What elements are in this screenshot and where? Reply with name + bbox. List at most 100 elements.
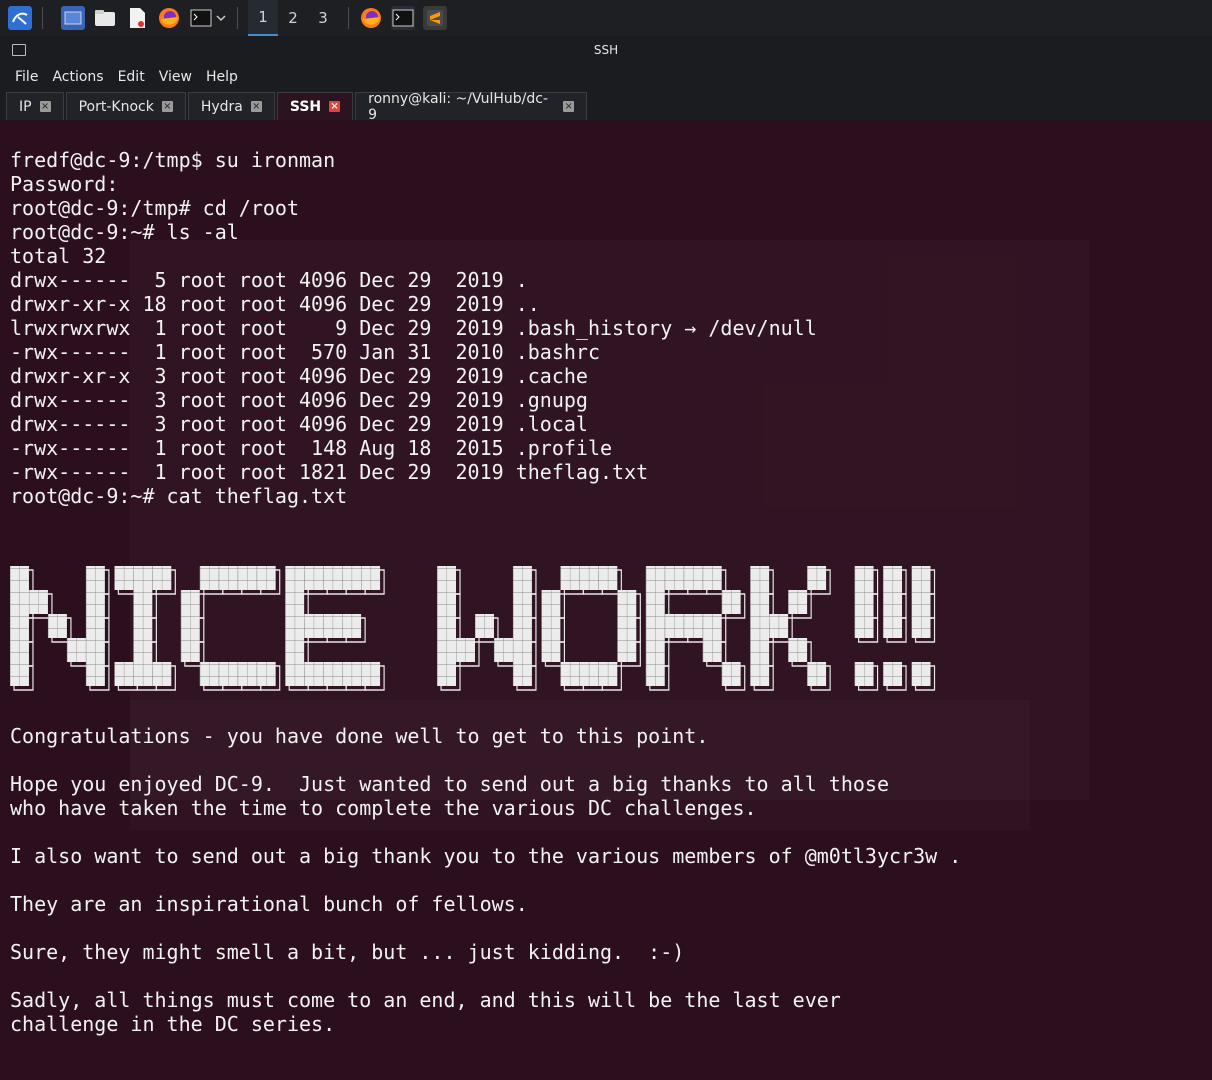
banner-block [541,614,561,638]
chevron-down-icon[interactable] [215,6,227,30]
terminal-line: Congratulations - you have done well to … [10,724,709,748]
banner-block [342,662,362,686]
banner-block [598,662,618,686]
tab-ronny-kali-dc9[interactable]: ronny@kali: ~/VulHub/dc-9 × [355,91,588,123]
banner-block [750,590,770,614]
window-titlebar[interactable]: SSH [0,36,1212,64]
banner-block [133,614,153,638]
banner-block [304,662,324,686]
banner-block [180,638,200,662]
banner-block [437,662,457,686]
banner-block [85,566,105,590]
banner-block [702,614,722,638]
banner-block [493,638,513,662]
banner-block [645,662,665,686]
terminal-icon[interactable] [189,6,213,30]
banner-block [664,614,684,638]
tab-port-knock[interactable]: Port-Knock × [65,92,186,120]
tab-hydra[interactable]: Hydra × [187,92,275,120]
terminal-line: Sadly, all things must come to an end, a… [10,988,841,1012]
banner-block [114,662,134,686]
banner-block [152,662,172,686]
banner-block [133,662,153,686]
terminal-icon[interactable] [391,6,415,30]
banner-block [28,590,48,614]
banner-block [342,566,362,590]
banner-block [541,638,561,662]
banner-block [911,590,931,614]
banner-block [911,566,931,590]
taskbar-separator [237,7,238,29]
banner-block [750,614,770,638]
banner-block [256,566,276,590]
menu-help[interactable]: Help [199,69,245,85]
banner-block [285,638,305,662]
workspace-1[interactable]: 1 [248,0,278,36]
banner-block [180,590,200,614]
banner-block [237,662,257,686]
menu-actions[interactable]: Actions [45,69,110,85]
tab-ssh[interactable]: SSH × [276,92,354,120]
taskbar-separator [42,7,43,29]
banner-block [285,590,305,614]
banner-block [285,566,305,590]
banner-block [285,662,305,686]
terminal-line: Sure, they might smell a bit, but ... ju… [10,940,685,964]
ascii-art-banner [10,566,936,691]
tab-label: SSH [289,98,322,115]
tab-ip[interactable]: IP × [6,92,64,120]
banner-block [437,566,457,590]
firefox-icon[interactable] [359,6,383,30]
close-icon[interactable]: × [39,101,51,112]
terminal-line: who have taken the time to complete the … [10,796,757,820]
file-manager-icon[interactable] [93,6,117,30]
banner-block [645,638,665,662]
banner-block [437,590,457,614]
close-icon[interactable]: × [563,101,575,112]
terminal-output[interactable]: fredf@dc-9:/tmp$ su ironman Password: ro… [0,120,1212,1080]
close-icon[interactable]: × [329,101,341,112]
banner-block [617,614,637,638]
terminal-line: fredf@dc-9:/tmp$ su ironman [10,148,336,172]
banner-block [769,614,789,638]
banner-block [218,662,238,686]
firefox-icon[interactable] [157,6,181,30]
terminal-line: root@dc-9:~# ls -al [10,220,239,244]
banner-block [512,566,532,590]
desktop-icon[interactable] [61,6,85,30]
workspace-3[interactable]: 3 [308,0,338,36]
menu-bar: File Actions Edit View Help [0,64,1212,90]
banner-block [598,566,618,590]
banner-block [645,614,665,638]
text-editor-icon[interactable] [125,6,149,30]
banner-block [854,566,874,590]
sublime-icon[interactable] [423,6,447,30]
banner-block [152,566,172,590]
banner-block [883,614,903,638]
terminal-line: drwxr-xr-x 3 root root 4096 Dec 29 2019 … [10,364,588,388]
banner-block [750,662,770,686]
menu-edit[interactable]: Edit [111,69,152,85]
menu-file[interactable]: File [8,69,45,85]
banner-block [237,566,257,590]
banner-block [323,662,343,686]
terminal-line: Hope you enjoyed DC-9. Just wanted to se… [10,772,889,796]
banner-block [788,638,808,662]
close-icon[interactable]: × [250,101,262,112]
terminal-line: total 32 [10,244,107,268]
terminal-line: Password: [10,172,119,196]
banner-block [683,566,703,590]
kali-menu-icon[interactable] [8,6,32,30]
close-icon[interactable]: × [161,101,173,112]
banner-block [256,662,276,686]
banner-block [512,662,532,686]
taskbar: 1 2 3 [0,0,1212,36]
workspace-2[interactable]: 2 [278,0,308,36]
menu-view[interactable]: View [152,69,199,85]
banner-block [617,638,637,662]
banner-block [10,662,29,686]
banner-block [323,566,343,590]
terminal-line: -rwx------ 1 root root 570 Jan 31 2010 .… [10,340,601,364]
terminal-line: drwxr-xr-x 18 root root 4096 Dec 29 2019… [10,292,540,316]
banner-block [883,566,903,590]
